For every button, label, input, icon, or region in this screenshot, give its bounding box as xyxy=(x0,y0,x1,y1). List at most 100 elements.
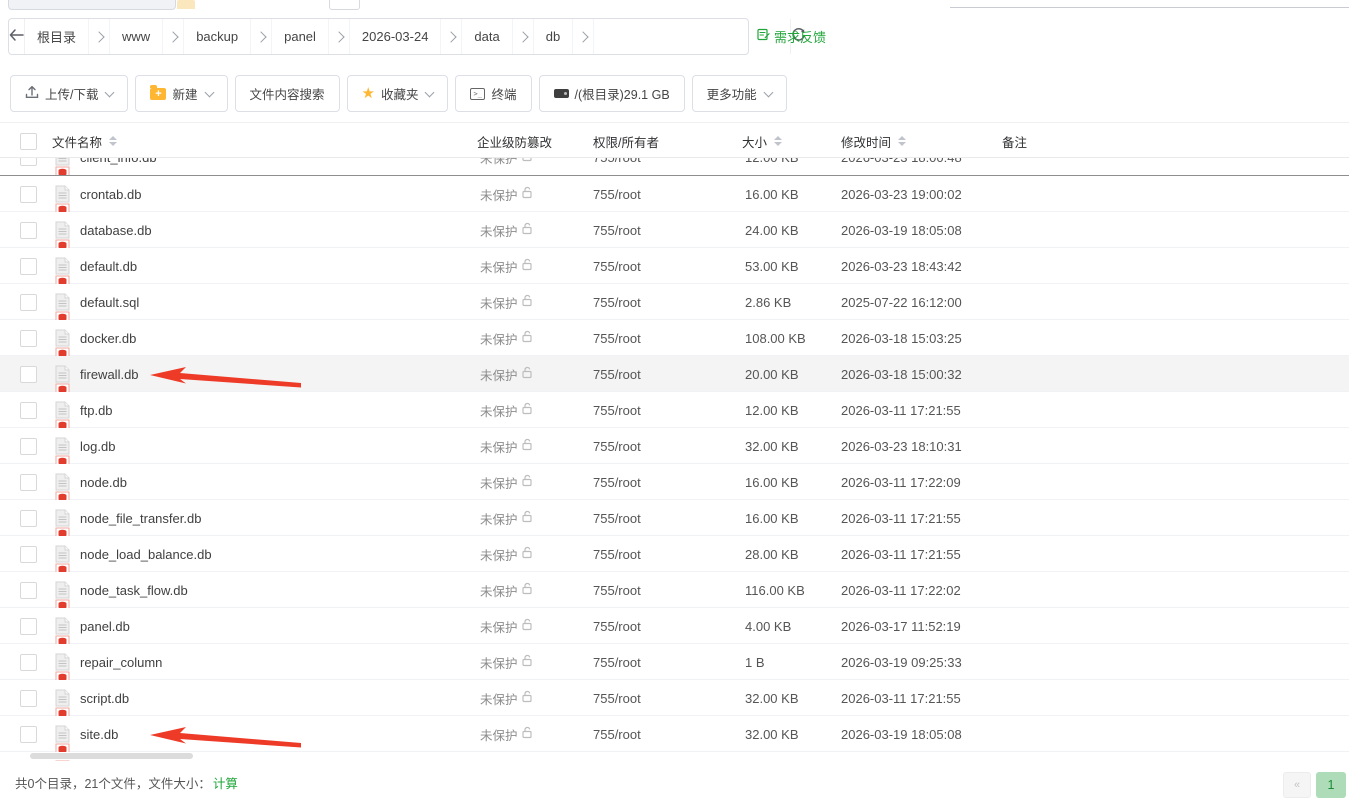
sort-icon[interactable] xyxy=(109,136,117,146)
pagination-current-page[interactable]: 1 xyxy=(1316,772,1346,798)
tamper-status[interactable]: 未保护 xyxy=(480,158,533,175)
file-name[interactable]: log.db xyxy=(80,428,115,464)
table-row[interactable]: SQL node_file_transfer.db 未保护 755/root 1… xyxy=(0,500,1349,536)
file-name[interactable]: firewall.db xyxy=(80,356,139,392)
tamper-status[interactable]: 未保护 xyxy=(480,608,533,644)
breadcrumb-item-www[interactable]: www xyxy=(110,19,163,54)
row-checkbox[interactable] xyxy=(20,258,37,275)
tamper-status[interactable]: 未保护 xyxy=(480,716,533,752)
file-name[interactable]: docker.db xyxy=(80,320,136,356)
tamper-status[interactable]: 未保护 xyxy=(480,248,533,284)
file-name[interactable]: node_file_transfer.db xyxy=(80,500,201,536)
tamper-status[interactable]: 未保护 xyxy=(480,320,533,356)
select-all-checkbox[interactable] xyxy=(20,133,37,150)
breadcrumb-item-data[interactable]: data xyxy=(462,19,512,54)
table-row[interactable]: SQL log.db 未保护 755/root 32.00 KB 2026-03… xyxy=(0,428,1349,464)
table-row[interactable]: SQL repair_column 未保护 755/root 1 B 2026-… xyxy=(0,644,1349,680)
header-modified-time[interactable]: 修改时间 xyxy=(841,123,906,159)
breadcrumb-item-root[interactable]: 根目录 xyxy=(25,19,89,54)
table-row[interactable]: SQL crontab.db 未保护 755/root 16.00 KB 202… xyxy=(0,176,1349,212)
favorites-button[interactable]: ★ 收藏夹 xyxy=(347,75,449,112)
file-name[interactable]: panel.db xyxy=(80,608,130,644)
row-checkbox[interactable] xyxy=(20,510,37,527)
row-checkbox[interactable] xyxy=(20,474,37,491)
row-checkbox[interactable] xyxy=(20,726,37,743)
calculate-size-link[interactable]: 计算 xyxy=(213,773,238,792)
row-checkbox[interactable] xyxy=(20,546,37,563)
breadcrumb-item-date[interactable]: 2026-03-24 xyxy=(350,19,442,54)
tamper-status[interactable]: 未保护 xyxy=(480,644,533,680)
back-button[interactable] xyxy=(9,19,25,54)
upload-download-button[interactable]: 上传/下载 xyxy=(10,75,128,112)
file-name[interactable]: node_task_flow.db xyxy=(80,572,188,608)
tamper-status[interactable]: 未保护 xyxy=(480,284,533,320)
table-row[interactable]: SQL default.sql 未保护 755/root 2.86 KB 202… xyxy=(0,284,1349,320)
disk-usage-button[interactable]: /(根目录)29.1 GB xyxy=(539,75,685,112)
file-name[interactable]: database.db xyxy=(80,212,152,248)
tamper-status[interactable]: 未保护 xyxy=(480,356,533,392)
tamper-status[interactable]: 未保护 xyxy=(480,464,533,500)
table-row[interactable]: SQL script.db 未保护 755/root 32.00 KB 2026… xyxy=(0,680,1349,716)
table-row[interactable]: SQL panel.db 未保护 755/root 4.00 KB 2026-0… xyxy=(0,608,1349,644)
table-row[interactable]: SQL node.db 未保护 755/root 16.00 KB 2026-0… xyxy=(0,464,1349,500)
file-name[interactable]: default.sql xyxy=(80,284,139,320)
file-name[interactable]: ftp.db xyxy=(80,392,113,428)
new-button[interactable]: 新建 xyxy=(135,75,227,112)
path-search-input-clipped[interactable] xyxy=(8,0,176,10)
file-name[interactable]: crontab.db xyxy=(80,176,141,212)
row-checkbox[interactable] xyxy=(20,294,37,311)
table-row[interactable]: SQL docker.db 未保护 755/root 108.00 KB 202… xyxy=(0,320,1349,356)
header-file-name[interactable]: 文件名称 xyxy=(52,123,117,159)
file-name[interactable]: default.db xyxy=(80,248,137,284)
row-checkbox[interactable] xyxy=(20,438,37,455)
small-button-clipped[interactable] xyxy=(329,0,360,10)
table-row[interactable]: SQL site.db 未保护 755/root 32.00 KB 2026-0… xyxy=(0,716,1349,752)
tamper-status[interactable]: 未保护 xyxy=(480,500,533,536)
tamper-status[interactable]: 未保护 xyxy=(480,176,533,212)
row-checkbox[interactable] xyxy=(20,690,37,707)
table-row[interactable]: SQL node_task_flow.db 未保护 755/root 116.0… xyxy=(0,572,1349,608)
tamper-status[interactable]: 未保护 xyxy=(480,680,533,716)
row-checkbox[interactable] xyxy=(20,330,37,347)
row-checkbox[interactable] xyxy=(20,654,37,671)
feedback-link[interactable]: 需求反馈 xyxy=(757,27,826,45)
header-size[interactable]: 大小 xyxy=(742,123,782,159)
table-row[interactable]: SQL default.db 未保护 755/root 53.00 KB 202… xyxy=(0,248,1349,284)
table-row[interactable]: SQL firewall.db 未保护 755/root 20.00 KB 20… xyxy=(0,356,1349,392)
row-checkbox[interactable] xyxy=(20,402,37,419)
tamper-status[interactable]: 未保护 xyxy=(480,428,533,464)
tamper-status[interactable]: 未保护 xyxy=(480,572,533,608)
row-checkbox[interactable] xyxy=(20,186,37,203)
sort-icon[interactable] xyxy=(898,136,906,146)
table-row[interactable]: SQL database.db 未保护 755/root 24.00 KB 20… xyxy=(0,212,1349,248)
content-search-button[interactable]: 文件内容搜索 xyxy=(235,75,340,112)
file-name[interactable]: script.db xyxy=(80,680,129,716)
breadcrumb-item-backup[interactable]: backup xyxy=(184,19,251,54)
tamper-status[interactable]: 未保护 xyxy=(480,212,533,248)
file-name[interactable]: node.db xyxy=(80,464,127,500)
table-row[interactable]: SQL client_info.db 未保护 755/root 12.00 KB… xyxy=(0,158,1349,175)
row-checkbox[interactable] xyxy=(20,158,37,166)
tamper-status-label: 未保护 xyxy=(480,437,518,456)
file-name[interactable]: repair_column xyxy=(80,644,162,680)
row-checkbox[interactable] xyxy=(20,582,37,599)
tamper-status[interactable]: 未保护 xyxy=(480,392,533,428)
file-name[interactable]: site.db xyxy=(80,716,118,752)
row-checkbox[interactable] xyxy=(20,366,37,383)
breadcrumb-item-db[interactable]: db xyxy=(534,19,573,54)
row-checkbox[interactable] xyxy=(20,222,37,239)
more-functions-button[interactable]: 更多功能 xyxy=(692,75,787,112)
breadcrumb-item-panel[interactable]: panel xyxy=(272,19,329,54)
sort-icon[interactable] xyxy=(774,136,782,146)
pagination-prev-button[interactable]: « xyxy=(1283,772,1311,798)
table-row[interactable]: SQL ftp.db 未保护 755/root 12.00 KB 2026-03… xyxy=(0,392,1349,428)
file-icon: SQL xyxy=(55,437,70,455)
tamper-status[interactable]: 未保护 xyxy=(480,536,533,572)
table-row[interactable]: SQL node_load_balance.db 未保护 755/root 28… xyxy=(0,536,1349,572)
row-checkbox[interactable] xyxy=(20,618,37,635)
file-name[interactable]: client_info.db xyxy=(80,158,157,175)
scrollbar-thumb[interactable] xyxy=(30,753,193,759)
file-icon: SQL xyxy=(55,689,70,707)
terminal-button[interactable]: >_ 终端 xyxy=(455,75,531,112)
file-name[interactable]: node_load_balance.db xyxy=(80,536,212,572)
